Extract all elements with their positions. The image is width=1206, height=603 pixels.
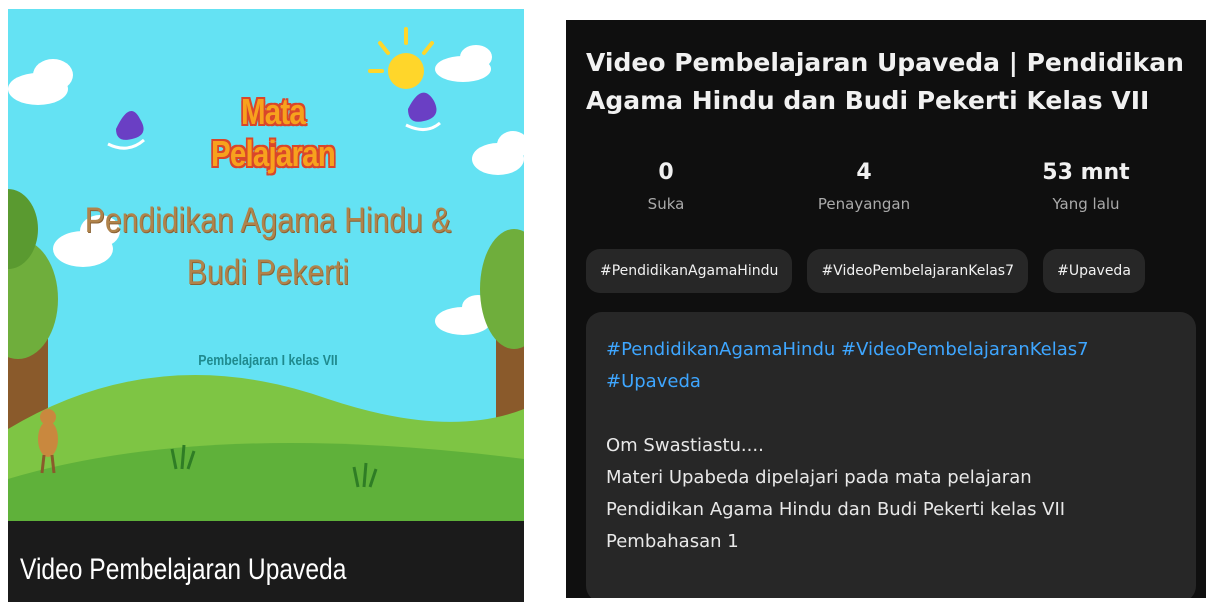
- views-count: 4: [856, 160, 872, 185]
- thumbnail-meta: Pembelajaran I kelas VII: [198, 352, 338, 369]
- video-description[interactable]: #PendidikanAgamaHindu #VideoPembelajaran…: [586, 312, 1196, 598]
- video-title: Video Pembelajaran Upaveda | Pendidikan …: [586, 44, 1186, 120]
- upload-time-stat: 53 mnt Yang lalu: [1006, 160, 1166, 213]
- video-title-line: Video Pembelajaran Upaveda | Pendidikan: [586, 48, 1184, 77]
- description-hashtags: #PendidikanAgamaHindu #VideoPembelajaran…: [606, 334, 1176, 398]
- likes-count: 0: [658, 160, 674, 185]
- description-hashtag-link[interactable]: #PendidikanAgamaHindu #VideoPembelajaran…: [606, 334, 1176, 366]
- thumbnail-caption: Video Pembelajaran Upaveda: [20, 553, 347, 586]
- video-thumbnail[interactable]: Mata Pelajaran Pendidikan Agama Hindu & …: [8, 9, 524, 602]
- video-details-panel: Video Pembelajaran Upaveda | Pendidikan …: [566, 20, 1206, 598]
- thumbnail-subject-line: Budi Pekerti: [186, 253, 350, 292]
- description-body: Om Swastiastu.... Materi Upabeda dipelaj…: [606, 430, 1176, 558]
- thumbnail-subject-line: Pendidikan Agama Hindu &: [84, 201, 452, 240]
- description-line: Pendidikan Agama Hindu dan Budi Pekerti …: [606, 499, 1066, 520]
- views-stat: 4 Penayangan: [784, 160, 944, 213]
- hashtag-chip-row: #PendidikanAgamaHindu #VideoPembelajaran…: [586, 249, 1206, 293]
- likes-label: Suka: [647, 195, 685, 213]
- description-line: Materi Upabeda dipelajari pada mata pela…: [606, 467, 1032, 488]
- thumbnail-heading: Mata Pelajaran: [211, 91, 336, 174]
- hashtag-chip[interactable]: #VideoPembelajaranKelas7: [807, 249, 1028, 293]
- thumbnail-caption-bar: Video Pembelajaran Upaveda: [8, 521, 524, 602]
- description-line: Pembahasan 1: [606, 531, 739, 552]
- hashtag-chip[interactable]: #PendidikanAgamaHindu: [586, 249, 793, 293]
- thumbnail-subject: Pendidikan Agama Hindu & Budi Pekerti: [79, 195, 457, 299]
- views-label: Penayangan: [817, 195, 911, 213]
- sun-icon: [368, 27, 434, 89]
- description-hashtag-link[interactable]: #Upaveda: [606, 366, 1176, 398]
- upload-time-value: 53 mnt: [1042, 160, 1130, 185]
- video-title-line: Agama Hindu dan Budi Pekerti Kelas VII: [586, 86, 1150, 115]
- upload-time-label: Yang lalu: [1052, 195, 1120, 213]
- description-line: Om Swastiastu....: [606, 435, 764, 456]
- likes-stat: 0 Suka: [586, 160, 746, 213]
- hashtag-chip[interactable]: #Upaveda: [1043, 249, 1145, 293]
